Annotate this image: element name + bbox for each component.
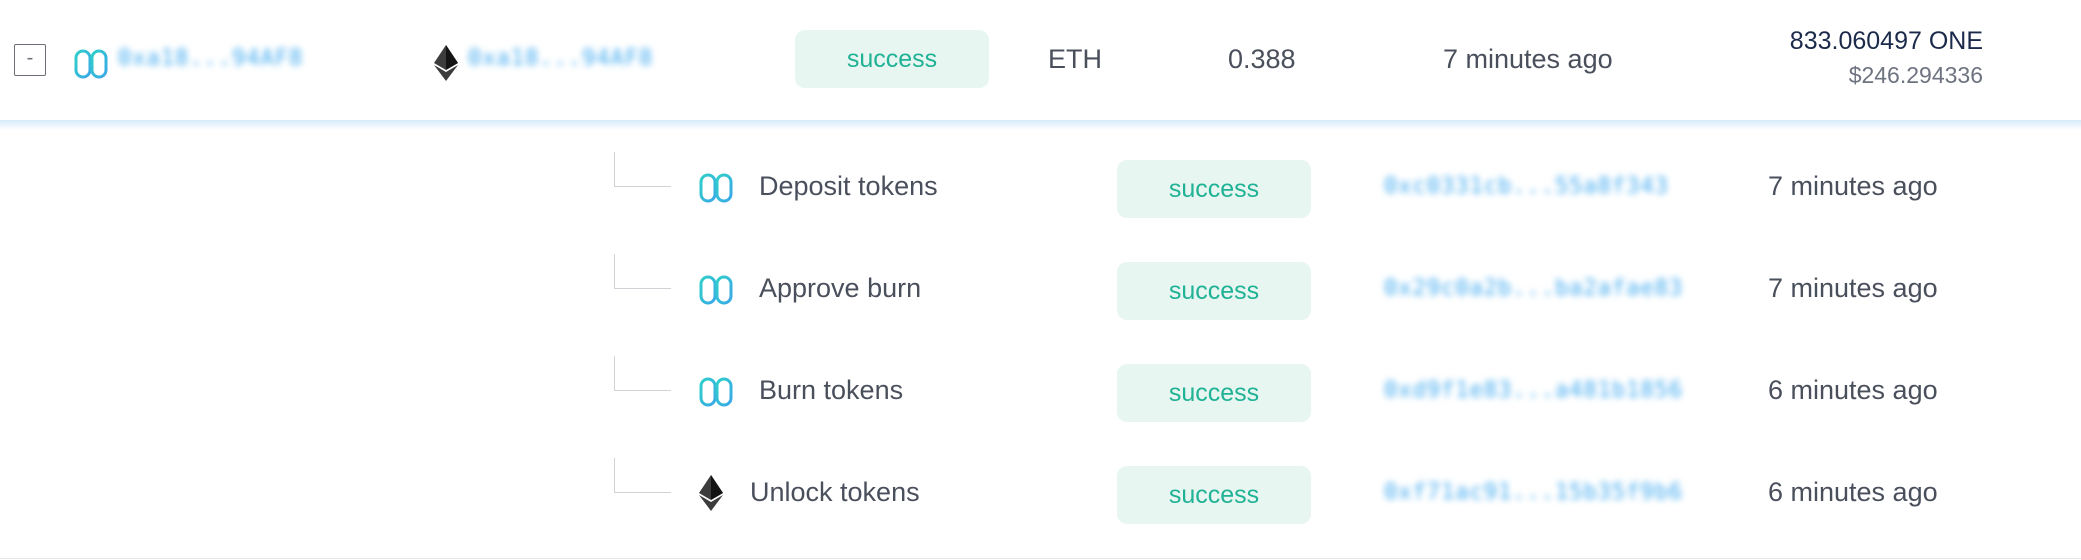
timestamp: 7 minutes ago (1443, 44, 1613, 74)
status-badge: success (795, 30, 989, 88)
to-address[interactable]: 0xa18...94AF8 (468, 46, 653, 71)
fee-amount: 833.060497 ONE (1789, 27, 1983, 55)
transaction-hash-link[interactable]: 0xc0331cb...55a8f343 (1384, 174, 1669, 199)
row-bottom-border (0, 558, 2081, 559)
ethereum-icon (434, 45, 458, 81)
tree-connector (614, 356, 671, 391)
status-badge: success (1117, 364, 1311, 422)
operation-label: Unlock tokens (750, 477, 920, 507)
transaction-hash-link[interactable]: 0x29c0a2b...ba2afae83 (1384, 276, 1683, 301)
timestamp: 7 minutes ago (1768, 171, 1938, 201)
ethereum-icon (699, 475, 723, 511)
row-divider (0, 120, 2081, 130)
tree-connector (614, 254, 671, 289)
timestamp: 6 minutes ago (1768, 477, 1938, 507)
token-symbol: ETH (1048, 44, 1102, 74)
harmony-icon (699, 173, 733, 203)
status-badge: success (1117, 466, 1311, 524)
amount-value: 0.388 (1228, 44, 1296, 74)
operation-label: Deposit tokens (759, 171, 938, 201)
timestamp: 7 minutes ago (1768, 273, 1938, 303)
status-badge: success (1117, 160, 1311, 218)
harmony-icon (699, 275, 733, 305)
transaction-hash-link[interactable]: 0xd9f1e83...a481b1856 (1384, 378, 1683, 403)
harmony-icon (699, 377, 733, 407)
transaction-hash-link[interactable]: 0xf71ac91...15b35f9b6 (1384, 480, 1683, 505)
status-badge: success (1117, 262, 1311, 320)
transaction-row[interactable]: - 0xa18...94AF8 0xa18...94AF8 success ET… (0, 0, 2081, 122)
tree-connector (614, 458, 671, 493)
from-address[interactable]: 0xa18...94AF8 (118, 46, 303, 71)
fee-usd: $246.294336 (1848, 62, 1983, 88)
timestamp: 6 minutes ago (1768, 375, 1938, 405)
operation-label: Approve burn (759, 273, 922, 303)
tree-connector (614, 152, 671, 187)
collapse-toggle-button[interactable]: - (14, 44, 46, 76)
operation-label: Burn tokens (759, 375, 904, 405)
harmony-icon (74, 49, 108, 79)
